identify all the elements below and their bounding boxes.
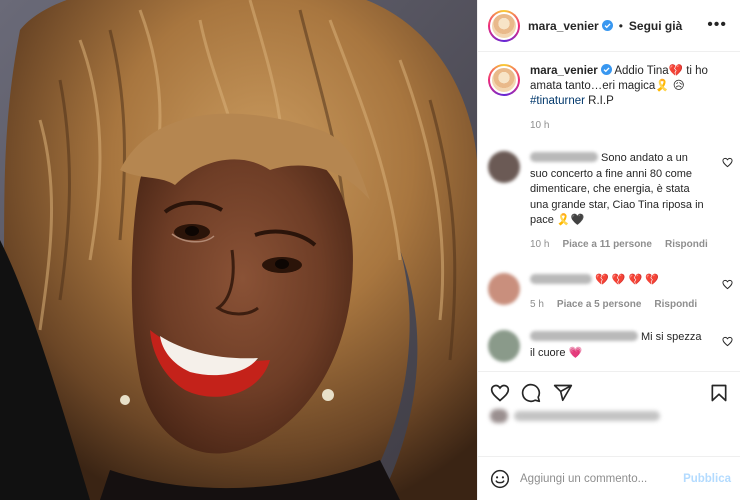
comment-text: Sono andato a un suo concerto a fine ann… xyxy=(530,152,704,226)
comment-likes[interactable]: Piace a 5 persone xyxy=(557,297,642,313)
comment-item: Mi si spezza il cuore 💗 xyxy=(488,330,733,362)
comment-text: 💔 💔 💔 💔 xyxy=(595,274,659,286)
comment-likes[interactable]: Piace a 11 persone xyxy=(562,237,652,253)
reply-button[interactable]: Rispondi xyxy=(654,297,697,313)
comment-composer: Pubblica xyxy=(478,456,740,500)
verified-badge-icon xyxy=(601,20,613,31)
commenter-avatar[interactable] xyxy=(488,330,520,362)
following-button[interactable]: Segui già xyxy=(629,19,682,33)
comment-icon[interactable] xyxy=(521,383,541,403)
share-icon[interactable] xyxy=(553,383,573,403)
publish-button[interactable]: Pubblica xyxy=(683,473,731,485)
caption-avatar[interactable] xyxy=(488,64,520,96)
portrait-photo xyxy=(0,0,477,500)
instagram-post: mara_venier • Segui già ••• mara_venier … xyxy=(0,0,740,500)
commenter-username-blurred[interactable] xyxy=(530,152,598,162)
caption-username[interactable]: mara_venier xyxy=(530,65,598,77)
post-actions-bar xyxy=(478,371,740,413)
commenter-username-blurred[interactable] xyxy=(530,274,592,284)
comment-item: 💔 💔 💔 💔 5 h Piace a 5 persone Rispondi xyxy=(488,273,733,312)
comments-list[interactable]: mara_venier Addio Tina💔 ti ho amata tant… xyxy=(478,53,740,371)
like-comment-icon[interactable] xyxy=(722,279,733,290)
reply-button[interactable]: Rispondi xyxy=(665,237,708,253)
comment-item: Sono andato a un suo concerto a fine ann… xyxy=(488,151,733,252)
comment-timestamp[interactable]: 10 h xyxy=(530,237,549,253)
commenter-avatar[interactable] xyxy=(488,151,520,183)
post-side-panel: mara_venier • Segui già ••• mara_venier … xyxy=(477,0,740,500)
caption-tail: R.I.P xyxy=(584,95,614,107)
more-options-icon[interactable]: ••• xyxy=(707,17,727,33)
separator-dot: • xyxy=(618,18,623,33)
comment-timestamp[interactable]: 5 h xyxy=(530,297,544,313)
caption-timestamp[interactable]: 10 h xyxy=(530,118,730,133)
author-avatar[interactable] xyxy=(488,9,520,42)
author-username[interactable]: mara_venier xyxy=(528,19,599,33)
like-comment-icon[interactable] xyxy=(722,336,733,347)
post-photo[interactable] xyxy=(0,0,477,500)
heart-icon[interactable] xyxy=(490,383,510,403)
emoji-icon[interactable] xyxy=(490,469,510,489)
post-header: mara_venier • Segui già ••• xyxy=(478,0,740,52)
verified-badge-icon xyxy=(600,64,612,75)
commenter-username-blurred[interactable] xyxy=(530,331,638,341)
caption-hashtag[interactable]: #tinaturner xyxy=(530,95,585,107)
comment-input[interactable] xyxy=(520,472,684,485)
commenter-avatar[interactable] xyxy=(488,273,520,305)
like-comment-icon[interactable] xyxy=(722,157,733,168)
post-caption: mara_venier Addio Tina💔 ti ho amata tant… xyxy=(488,64,733,133)
likes-summary-blurred[interactable] xyxy=(490,409,660,423)
bookmark-icon[interactable] xyxy=(709,383,729,403)
